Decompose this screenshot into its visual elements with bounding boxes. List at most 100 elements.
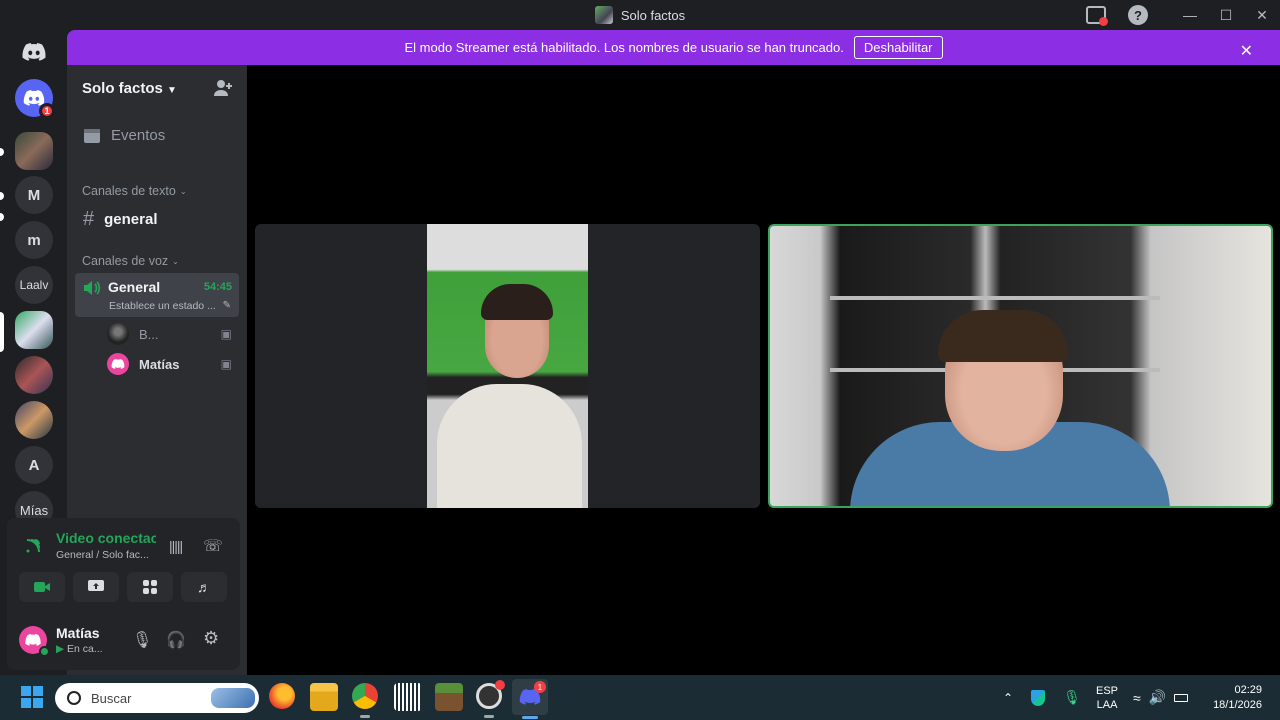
events-label: Eventos — [111, 127, 166, 144]
chevron-down-icon: ⌄ — [179, 186, 187, 196]
lang-bottom: LAA — [1096, 698, 1118, 711]
voice-user-panel: Video conectac General / Solo fac... |||… — [7, 518, 240, 670]
help-icon[interactable]: ? — [1128, 5, 1148, 25]
server-icon-1[interactable] — [15, 132, 53, 170]
obs-icon[interactable] — [476, 680, 505, 709]
video-camera-icon — [34, 582, 50, 592]
discord-home-icon[interactable] — [15, 37, 53, 67]
recording-dot — [495, 680, 505, 690]
server-icon-A[interactable]: A — [15, 446, 53, 484]
video-tile-2-speaking[interactable] — [768, 224, 1273, 508]
member-name: B... — [139, 326, 159, 342]
windows-start-icon[interactable] — [18, 683, 46, 711]
settings-gear-icon[interactable]: ⚙ — [203, 628, 219, 649]
video-tile-1[interactable] — [255, 224, 760, 508]
disable-streamer-button[interactable]: Deshabilitar — [853, 36, 943, 59]
maximize-button[interactable]: ☐ — [1208, 0, 1244, 30]
close-icon[interactable]: ✕ — [1231, 38, 1262, 64]
category-label: Canales de texto — [82, 184, 176, 198]
channel-name: general — [104, 211, 158, 228]
window-title-group: Solo factos — [594, 6, 686, 24]
share-screen-button[interactable] — [73, 572, 119, 602]
clock-time: 02:29 — [1234, 683, 1262, 696]
screen-share-icon — [88, 580, 104, 591]
server-icon-laalv[interactable]: Laalv — [15, 266, 53, 304]
user-name[interactable]: Matías — [56, 625, 100, 641]
minimize-button[interactable]: — — [1172, 0, 1208, 30]
server-icon-M[interactable]: M — [15, 176, 53, 214]
soundboard-button[interactable]: ♬ — [181, 572, 227, 602]
channel-general-voice[interactable]: General 54:45 Establece un estado ... ✎ — [75, 273, 239, 317]
discord-taskbar-icon[interactable]: 1 — [512, 679, 548, 715]
running-indicator — [360, 715, 370, 718]
window-title: Solo factos — [620, 7, 686, 23]
chevron-down-icon: ⌄ — [172, 256, 179, 266]
speaker-icon: ▶ — [56, 643, 65, 655]
invite-people-icon[interactable] — [213, 79, 233, 97]
file-explorer-icon[interactable] — [310, 683, 338, 711]
activities-icon — [143, 580, 157, 594]
signal-icon[interactable] — [25, 538, 41, 554]
server-icon-3[interactable] — [15, 401, 53, 439]
participant-video — [427, 224, 588, 508]
voice-category[interactable]: Canales de voz ⌄ — [82, 254, 179, 268]
server-name: Solo factos — [82, 79, 163, 97]
discord-badge: 1 — [534, 681, 546, 693]
running-indicator — [484, 715, 494, 718]
server-icon-solo-factos[interactable] — [15, 311, 53, 349]
search-icon — [67, 691, 81, 705]
headphones-icon[interactable]: 🎧 — [166, 630, 186, 650]
hashtag-icon: # — [83, 208, 95, 230]
member-name: Matías — [139, 356, 180, 372]
soundboard-icon: ♬ — [197, 579, 211, 595]
server-header[interactable]: Solo factos ▼ — [67, 65, 247, 111]
video-camera-icon: ▣ — [220, 327, 232, 341]
participant-hair — [938, 310, 1068, 362]
close-window-button[interactable]: ✕ — [1244, 0, 1280, 30]
barcode-app-icon[interactable] — [394, 683, 422, 711]
video-stage — [247, 65, 1280, 675]
server-icon-2[interactable] — [15, 356, 53, 394]
system-tray: ⌃ 🎙 — [1003, 675, 1081, 720]
minecraft-icon[interactable] — [435, 683, 463, 711]
window-titlebar: Solo factos ? — ☐ ✕ — [0, 0, 1280, 30]
participant-shirt — [437, 384, 582, 508]
quick-settings[interactable]: ≈ 🔊 — [1133, 675, 1189, 720]
voice-member[interactable]: B... ▣ — [107, 323, 232, 345]
voice-member[interactable]: Matías ▣ — [107, 353, 232, 375]
firefox-icon[interactable] — [269, 683, 295, 709]
category-label: Canales de voz — [82, 254, 169, 268]
chrome-icon[interactable] — [352, 683, 378, 709]
edit-icon[interactable]: ✎ — [223, 300, 231, 311]
events-item[interactable]: Eventos — [75, 127, 239, 144]
selected-pill — [0, 312, 4, 352]
user-avatar[interactable] — [19, 626, 50, 657]
disconnect-icon[interactable]: ☏ — [203, 536, 223, 556]
language-indicator[interactable]: ESP LAA — [1096, 675, 1118, 720]
microphone-in-use-icon[interactable]: 🎙 — [1063, 689, 1081, 706]
activities-button[interactable] — [127, 572, 173, 602]
inbox-icon[interactable] — [1086, 6, 1108, 26]
avatar — [107, 353, 129, 375]
connection-location[interactable]: General / Solo fac... — [56, 549, 149, 561]
defender-shield-icon[interactable] — [1031, 689, 1046, 706]
participant-hair — [481, 284, 553, 320]
noise-suppression-icon[interactable]: ||||| — [169, 538, 183, 554]
microphone-icon[interactable]: 🎙 — [132, 630, 152, 650]
window-frame — [830, 296, 1160, 300]
connection-status[interactable]: Video conectac — [56, 530, 156, 546]
chevron-up-icon[interactable]: ⌃ — [1003, 691, 1013, 705]
server-icon-m[interactable]: m — [15, 221, 53, 259]
active-indicator — [522, 716, 538, 719]
taskbar-search[interactable]: Buscar — [55, 683, 259, 713]
camera-button[interactable] — [19, 572, 65, 602]
wifi-icon: ≈ — [1133, 689, 1141, 706]
avatar — [107, 323, 129, 345]
direct-messages-icon[interactable]: 1 — [15, 79, 55, 119]
lang-top: ESP — [1096, 684, 1119, 697]
channel-general-text[interactable]: # general — [75, 208, 239, 231]
user-status: En ca... — [67, 643, 103, 655]
banner-message: El modo Streamer está habilitado. Los no… — [404, 40, 844, 55]
text-category[interactable]: Canales de texto ⌄ — [82, 184, 187, 198]
clock[interactable]: 02:29 18/1/2026 — [1210, 675, 1262, 720]
